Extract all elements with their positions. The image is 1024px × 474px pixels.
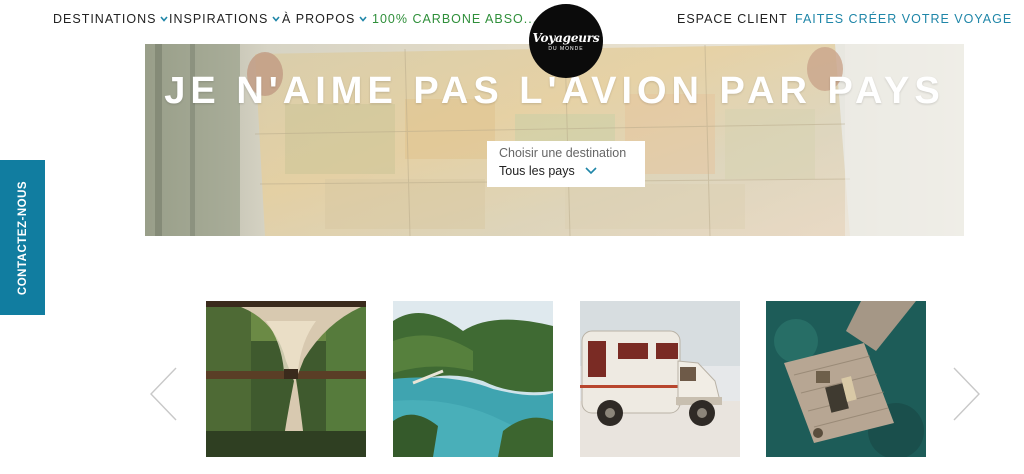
chevron-down-icon bbox=[160, 16, 169, 22]
chevron-down-icon bbox=[272, 16, 280, 22]
nav-destinations-label: DESTINATIONS bbox=[53, 12, 157, 26]
nav-destinations[interactable]: DESTINATIONS bbox=[53, 12, 169, 26]
destination-label: Choisir une destination bbox=[499, 146, 627, 160]
contact-us-label: CONTACTEZ-NOUS bbox=[16, 180, 29, 295]
destination-value: Tous les pays bbox=[499, 164, 575, 178]
destination-selector[interactable]: Choisir une destination Tous les pays bbox=[487, 141, 645, 187]
carousel-card[interactable] bbox=[393, 301, 553, 457]
nav-inspirations[interactable]: INSPIRATIONS bbox=[169, 12, 280, 26]
logo-subtitle: DU MONDE bbox=[548, 45, 584, 52]
nav-carbone[interactable]: 100% CARBONE ABSO... bbox=[372, 12, 537, 26]
nav-a-propos-label: À PROPOS bbox=[282, 12, 356, 26]
wooden-pier-photo bbox=[766, 301, 926, 457]
nav-a-propos[interactable]: À PROPOS bbox=[282, 12, 367, 26]
contact-us-tab[interactable]: CONTACTEZ-NOUS bbox=[0, 160, 45, 315]
chevron-down-icon bbox=[585, 167, 597, 175]
nav-espace-client[interactable]: ESPACE CLIENT bbox=[677, 12, 788, 26]
logo-name: Voyageurs bbox=[532, 30, 600, 45]
nav-faites-creer-voyage[interactable]: FAITES CRÉER VOTRE VOYAGE bbox=[795, 12, 1012, 26]
nav-carbone-label: 100% CARBONE ABSO... bbox=[372, 12, 538, 26]
curtain-window-photo bbox=[206, 301, 366, 457]
carousel-prev-arrow-icon[interactable] bbox=[148, 366, 178, 422]
destination-dropdown[interactable]: Tous les pays bbox=[499, 164, 633, 178]
camper-van-photo bbox=[580, 301, 740, 457]
top-navigation: DESTINATIONS INSPIRATIONS À PROPOS 100% … bbox=[0, 0, 1024, 44]
carousel-card[interactable] bbox=[766, 301, 926, 457]
carousel-card[interactable] bbox=[206, 301, 366, 457]
lagoon-islands-photo bbox=[393, 301, 553, 457]
carousel-next-arrow-icon[interactable] bbox=[952, 366, 982, 422]
nav-inspirations-label: INSPIRATIONS bbox=[169, 12, 269, 26]
carousel-card[interactable] bbox=[580, 301, 740, 457]
chevron-down-icon bbox=[359, 16, 367, 22]
nav-espace-client-label: ESPACE CLIENT bbox=[677, 12, 788, 26]
brand-logo[interactable]: Voyageurs DU MONDE bbox=[529, 4, 603, 78]
nav-faites-creer-label: FAITES CRÉER VOTRE VOYAGE bbox=[795, 12, 1013, 26]
